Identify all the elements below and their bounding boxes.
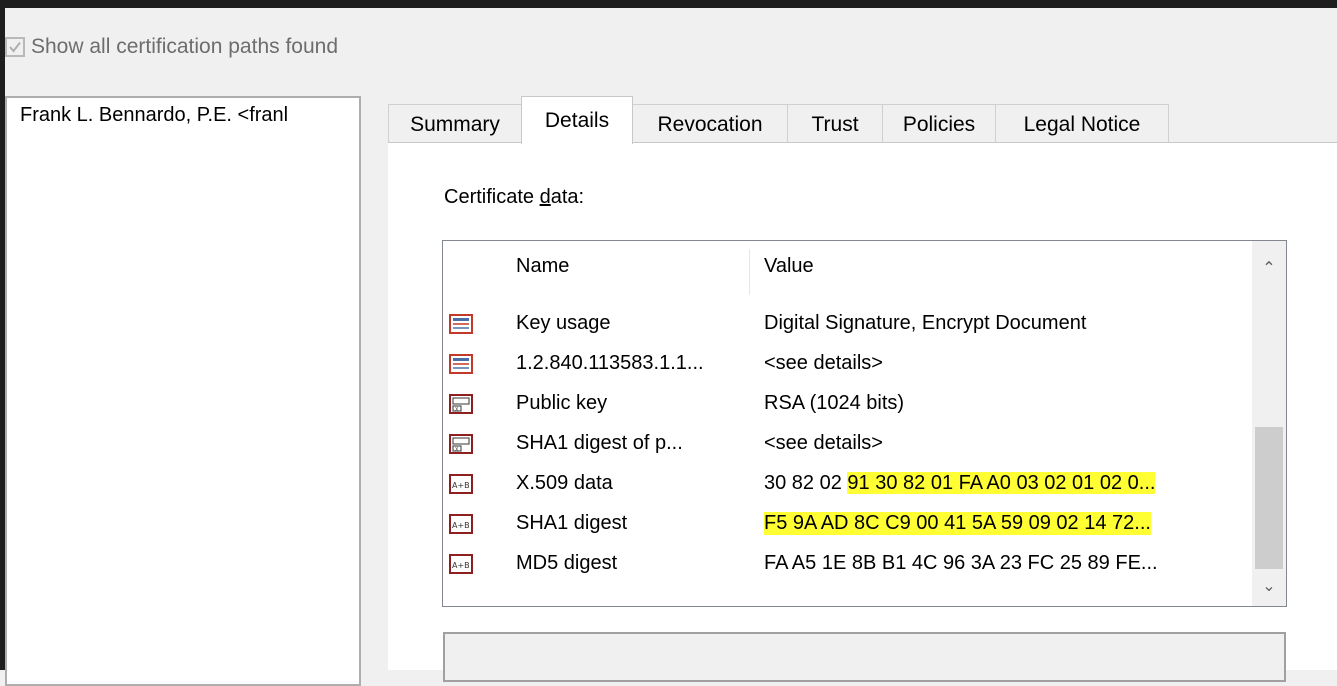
tab-revocation[interactable]: Revocation xyxy=(632,104,788,144)
field-detail-textbox[interactable] xyxy=(443,632,1286,682)
svg-text:A+B: A+B xyxy=(452,561,470,570)
path-list-item[interactable]: Frank L. Bennardo, P.E. <franl xyxy=(7,98,359,127)
table-row[interactable]: X SHA1 digest of p... <see details> xyxy=(443,423,1243,463)
field-name: SHA1 digest xyxy=(516,512,628,534)
scroll-up-icon[interactable]: ⌃ xyxy=(1252,251,1286,285)
field-name: Public key xyxy=(516,392,608,414)
field-name: 1.2.840.113583.1.1... xyxy=(516,352,704,374)
svg-text:A+B: A+B xyxy=(452,521,470,530)
field-name: X.509 data xyxy=(516,472,613,494)
svg-text:A+B: A+B xyxy=(452,481,470,490)
table-row[interactable]: A+B SHA1 digest F5 9A AD 8C C9 00 41 5A … xyxy=(443,503,1243,543)
show-all-paths-label: Show all certification paths found xyxy=(31,35,339,58)
tab-details[interactable]: Details xyxy=(521,96,633,144)
field-value: Digital Signature, Encrypt Document xyxy=(764,312,1087,334)
scroll-down-icon[interactable]: ⌄ xyxy=(1252,569,1286,603)
certificate-extension-icon xyxy=(447,312,475,336)
checkbox-check-icon[interactable] xyxy=(5,37,25,57)
certificate-key-icon: X xyxy=(447,392,475,416)
tab-policies[interactable]: Policies xyxy=(882,104,996,144)
certification-path-list[interactable]: Frank L. Bennardo, P.E. <franl xyxy=(5,96,361,686)
show-all-paths-option[interactable]: Show all certification paths found xyxy=(5,32,338,62)
field-name: MD5 digest xyxy=(516,552,618,574)
table-row[interactable]: 1.2.840.113583.1.1... <see details> xyxy=(443,343,1243,383)
tab-trust[interactable]: Trust xyxy=(787,104,883,144)
binary-data-icon: A+B xyxy=(447,472,475,496)
field-value-highlighted: 91 30 82 01 FA A0 03 02 01 02 0... xyxy=(847,472,1156,494)
field-value: RSA (1024 bits) xyxy=(764,392,905,414)
column-separator[interactable] xyxy=(749,249,750,295)
certificate-data-label: Certificate data: xyxy=(444,186,585,208)
field-name: SHA1 digest of p... xyxy=(516,432,683,454)
field-value-plain: 30 82 02 xyxy=(764,472,848,494)
scrollbar-thumb[interactable] xyxy=(1255,427,1283,569)
field-value: <see details> xyxy=(764,432,883,454)
window-top-border xyxy=(0,0,1337,8)
field-value: FA A5 1E 8B B1 4C 96 3A 23 FC 25 89 FE..… xyxy=(764,552,1158,574)
svg-text:X: X xyxy=(455,447,459,453)
certificate-data-grid[interactable]: Name Value Key usage Digital Signature, … xyxy=(442,240,1287,607)
field-value: 30 82 02 91 30 82 01 FA A0 03 02 01 02 0… xyxy=(764,472,1156,495)
column-header-value[interactable]: Value xyxy=(764,255,814,278)
svg-text:X: X xyxy=(455,407,459,413)
field-name: Key usage xyxy=(516,312,611,334)
tab-summary[interactable]: Summary xyxy=(388,104,522,144)
field-value: <see details> xyxy=(764,352,883,374)
vertical-scrollbar[interactable]: ⌃ ⌄ xyxy=(1252,241,1286,606)
certificate-extension-icon xyxy=(447,352,475,376)
field-value: F5 9A AD 8C C9 00 41 5A 59 09 02 14 72..… xyxy=(764,512,1151,535)
table-row[interactable]: X Public key RSA (1024 bits) xyxy=(443,383,1243,423)
tab-legal-notice[interactable]: Legal Notice xyxy=(995,104,1169,144)
table-row[interactable]: A+B MD5 digest FA A5 1E 8B B1 4C 96 3A 2… xyxy=(443,543,1243,583)
table-row[interactable]: A+B X.509 data 30 82 02 91 30 82 01 FA A… xyxy=(443,463,1243,503)
certificate-key-icon: X xyxy=(447,432,475,456)
table-row[interactable]: Key usage Digital Signature, Encrypt Doc… xyxy=(443,303,1243,343)
binary-data-icon: A+B xyxy=(447,512,475,536)
column-header-name[interactable]: Name xyxy=(516,255,569,278)
binary-data-icon: A+B xyxy=(447,552,475,576)
